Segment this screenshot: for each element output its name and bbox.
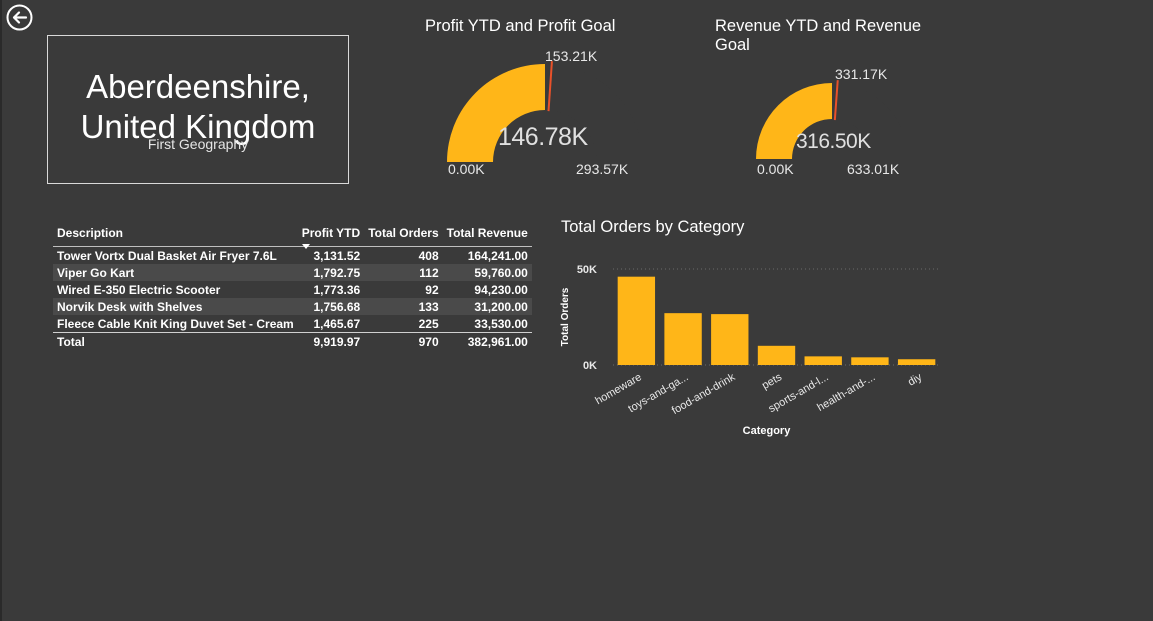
cell-profit-ytd: 1,756.68 [313,299,361,314]
x-tick-label: diy [906,371,925,389]
bar[interactable] [711,314,749,365]
profit-gauge-max-label: 293.57K [576,161,629,177]
cell-total-revenue: 59,760.00 [474,265,528,280]
cell-total-revenue: 31,200.00 [474,299,528,314]
page-edge [0,0,2,621]
profit-gauge-title: Profit YTD and Profit Goal [425,17,616,35]
total-profit-ytd: 9,919.97 [313,334,361,349]
table-row[interactable]: Tower Vortx Dual Basket Air Fryer 7.6L 3… [53,246,532,264]
product-table: Description Profit YTD Total Orders Tota… [53,220,532,350]
table-row[interactable]: Norvik Desk with Shelves 1,756.68 133 31… [53,298,532,315]
y-tick-label: 50K [577,264,597,276]
revenue-gauge-min-label: 0.00K [757,161,794,177]
bar[interactable] [804,356,842,365]
column-header-total-orders[interactable]: Total Orders [364,220,442,247]
x-tick-label: pets [760,371,784,392]
geography-card: Aberdeenshire, United Kingdom First Geog… [47,35,349,184]
bar[interactable] [851,357,889,365]
cell-total-orders: 112 [419,265,439,280]
revenue-gauge-value: 316.50K [796,130,871,153]
chart-title: Total Orders by Category [561,218,745,236]
column-header-total-revenue[interactable]: Total Revenue [443,220,532,247]
column-header-profit-ytd[interactable]: Profit YTD [298,220,364,249]
bar[interactable] [897,359,936,365]
total-orders: 970 [418,334,439,349]
revenue-gauge-target-label: 331.17K [835,66,888,82]
cell-total-orders: 133 [418,299,439,314]
table-header-row: Description Profit YTD Total Orders Tota… [53,220,532,249]
revenue-gauge-max-label: 633.01K [847,161,900,177]
profit-gauge-min-label: 0.00K [448,161,485,177]
cell-total-revenue: 94,230.00 [474,282,528,297]
back-arrow-icon[interactable] [6,4,33,31]
geography-name: Aberdeenshire, United Kingdom [80,68,316,145]
y-axis-label: Total Orders [560,287,571,346]
cell-profit-ytd: 1,465.67 [313,316,361,331]
cell-description: Viper Go Kart [57,265,135,280]
cell-total-orders: 225 [418,316,439,331]
revenue-gauge-title: Revenue YTD and Revenue Goal [715,17,922,54]
cell-description: Fleece Cable Knit King Duvet Set - Cream [57,316,294,331]
table-row[interactable]: Fleece Cable Knit King Duvet Set - Cream… [53,315,532,333]
cell-profit-ytd: 1,773.36 [313,282,361,297]
profit-gauge-target-label: 153.21K [545,48,598,64]
table-row[interactable]: Wired E-350 Electric Scooter 1,773.36 92… [53,281,532,298]
cell-total-orders: 92 [425,282,439,297]
cell-description: Norvik Desk with Shelves [57,299,203,314]
cell-total-revenue: 33,530.00 [474,316,528,331]
bar[interactable] [664,313,702,365]
cell-profit-ytd: 1,792.75 [313,265,361,280]
bar[interactable] [757,345,796,365]
cell-description: Tower Vortx Dual Basket Air Fryer 7.6L [57,248,277,263]
cell-total-orders: 408 [418,248,439,263]
bar[interactable] [617,276,656,365]
orders-by-category-chart: 0K50Khomewaretoys-and-ga...food-and-drin… [560,264,940,437]
total-label: Total [57,334,85,349]
sort-descending-icon [301,244,310,249]
total-revenue: 382,961.00 [467,334,528,349]
cell-description: Wired E-350 Electric Scooter [57,282,221,297]
table-row[interactable]: Viper Go Kart 1,792.75 112 59,760.00 [53,264,532,281]
column-header-description[interactable]: Description [53,220,298,247]
profit-gauge-value: 146.78K [498,123,588,151]
table-total-row: Total 9,919.97 970 382,961.00 [53,332,532,351]
cell-total-revenue: 164,241.00 [467,248,528,263]
x-axis-label: Category [743,425,792,437]
column-header-profit-ytd-label: Profit YTD [301,226,361,240]
cell-profit-ytd: 3,131.52 [313,248,361,263]
y-tick-label: 0K [583,360,597,372]
